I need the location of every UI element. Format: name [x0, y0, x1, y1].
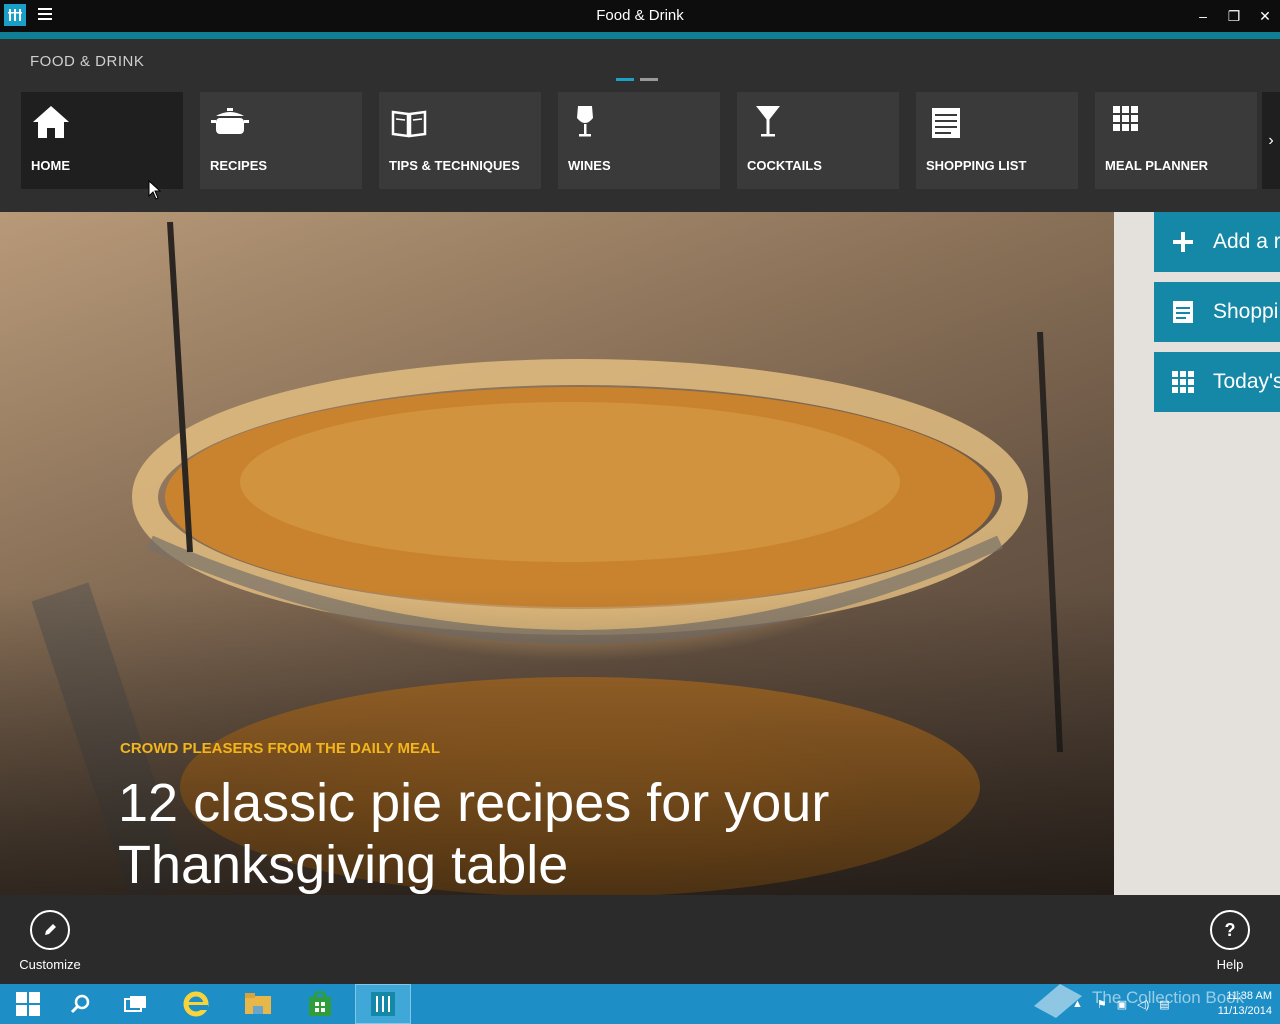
- close-button[interactable]: ✕: [1249, 0, 1280, 32]
- internet-explorer-icon: [183, 991, 209, 1017]
- pot-icon: [211, 108, 249, 134]
- clock-time: 11:38 AM: [1226, 990, 1272, 1002]
- next-page-chevron-icon[interactable]: ›: [1262, 92, 1280, 189]
- volume-icon[interactable]: ◁): [1137, 998, 1149, 1011]
- page-dot-1[interactable]: [616, 78, 634, 81]
- clock-date: 11/13/2014: [1217, 1005, 1272, 1017]
- quick-action-add[interactable]: Add a r: [1154, 212, 1280, 272]
- taskbar: The Collection Book ▲ ⚑ ▣ ◁) ▤ 11:38 AM …: [0, 984, 1280, 1024]
- network-icon[interactable]: ▣: [1117, 998, 1127, 1011]
- quick-action-label: Today's: [1213, 370, 1280, 393]
- pencil-icon: [30, 910, 70, 950]
- accent-strip: [0, 32, 1280, 39]
- nav-tile-label: COCKTAILS: [747, 158, 822, 173]
- windows-logo-icon: [16, 992, 40, 1016]
- window-title: Food & Drink: [596, 7, 684, 24]
- page-indicator: [616, 78, 658, 81]
- nav-header: FOOD & DRINK HOME RECIPES TIPS & TECHNIQ…: [0, 39, 1280, 212]
- taskbar-ie-button[interactable]: [168, 984, 224, 1024]
- task-view-button[interactable]: [108, 984, 164, 1024]
- list-icon: [1173, 301, 1193, 323]
- maximize-button[interactable]: ❐: [1218, 0, 1250, 32]
- task-view-icon: [124, 996, 146, 1012]
- folder-icon: [245, 993, 271, 1014]
- nav-tile-wines[interactable]: WINES: [558, 92, 720, 189]
- quick-action-shopping[interactable]: Shoppi: [1154, 282, 1280, 342]
- wine-glass-icon: [577, 106, 593, 137]
- taskbar-store-button[interactable]: [292, 984, 348, 1024]
- mouse-cursor-icon: [148, 180, 162, 200]
- nav-tile-cocktails[interactable]: COCKTAILS: [737, 92, 899, 189]
- help-button[interactable]: ? Help: [1190, 910, 1270, 972]
- nav-tile-meal-planner[interactable]: MEAL PLANNER: [1095, 92, 1257, 189]
- nav-tile-label: TIPS & TECHNIQUES: [389, 158, 520, 173]
- quick-action-today[interactable]: Today's: [1154, 352, 1280, 412]
- nav-tile-label: HOME: [31, 158, 70, 173]
- taskbar-explorer-button[interactable]: [230, 984, 286, 1024]
- keyboard-icon[interactable]: ▤: [1159, 998, 1169, 1011]
- nav-tile-shopping-list[interactable]: SHOPPING LIST: [916, 92, 1078, 189]
- taskbar-food-drink-button[interactable]: [355, 984, 411, 1024]
- taskbar-search-button[interactable]: [52, 984, 108, 1024]
- plus-icon: [1173, 232, 1193, 252]
- hero-kicker: CROWD PLEASERS FROM THE DAILY MEAL: [120, 740, 441, 757]
- taskbar-clock[interactable]: 11:38 AM 11/13/2014: [1206, 989, 1272, 1019]
- nav-tile-recipes[interactable]: RECIPES: [200, 92, 362, 189]
- help-icon: ?: [1210, 910, 1250, 950]
- grid-icon: [1113, 106, 1138, 131]
- customize-label: Customize: [19, 957, 81, 972]
- hero-headline[interactable]: 12 classic pie recipes for your Thanksgi…: [118, 772, 1018, 895]
- page-dot-2[interactable]: [640, 78, 658, 81]
- search-icon: [70, 994, 90, 1014]
- store-icon: [309, 991, 331, 1016]
- minimize-button[interactable]: –: [1187, 0, 1219, 32]
- title-bar: Food & Drink – ❐ ✕: [0, 0, 1280, 32]
- tray-overflow-chevron-icon[interactable]: ▲: [1072, 998, 1083, 1010]
- quick-action-label: Add a r: [1213, 230, 1280, 253]
- nav-tile-label: WINES: [568, 158, 611, 173]
- book-icon: [391, 110, 427, 138]
- nav-tile-label: RECIPES: [210, 158, 268, 173]
- system-tray: ▲ ⚑ ▣ ◁) ▤: [1072, 984, 1170, 1024]
- customize-button[interactable]: Customize: [10, 910, 90, 972]
- nav-tile-label: SHOPPING LIST: [926, 158, 1027, 173]
- quick-action-label: Shoppi: [1213, 300, 1279, 323]
- grid-icon: [1172, 371, 1194, 393]
- cocktail-glass-icon: [756, 106, 780, 137]
- app-bar: Customize ? Help: [0, 895, 1280, 984]
- nav-tile-tips[interactable]: TIPS & TECHNIQUES: [379, 92, 541, 189]
- help-label: Help: [1216, 957, 1244, 972]
- nav-tile-home[interactable]: HOME: [21, 92, 183, 189]
- food-drink-app-icon: [371, 992, 395, 1016]
- section-title: FOOD & DRINK: [30, 53, 145, 70]
- list-icon: [932, 108, 960, 138]
- flag-icon[interactable]: ⚑: [1097, 998, 1107, 1011]
- start-button[interactable]: [0, 984, 56, 1024]
- quick-actions-panel: Add a r Shoppi Today's: [1114, 212, 1280, 895]
- app-logo-icon: [4, 4, 26, 26]
- home-icon: [33, 106, 69, 138]
- hamburger-menu-icon[interactable]: [38, 8, 52, 22]
- nav-tile-label: MEAL PLANNER: [1105, 158, 1209, 173]
- hero-feature[interactable]: CROWD PLEASERS FROM THE DAILY MEAL 12 cl…: [0, 212, 1114, 895]
